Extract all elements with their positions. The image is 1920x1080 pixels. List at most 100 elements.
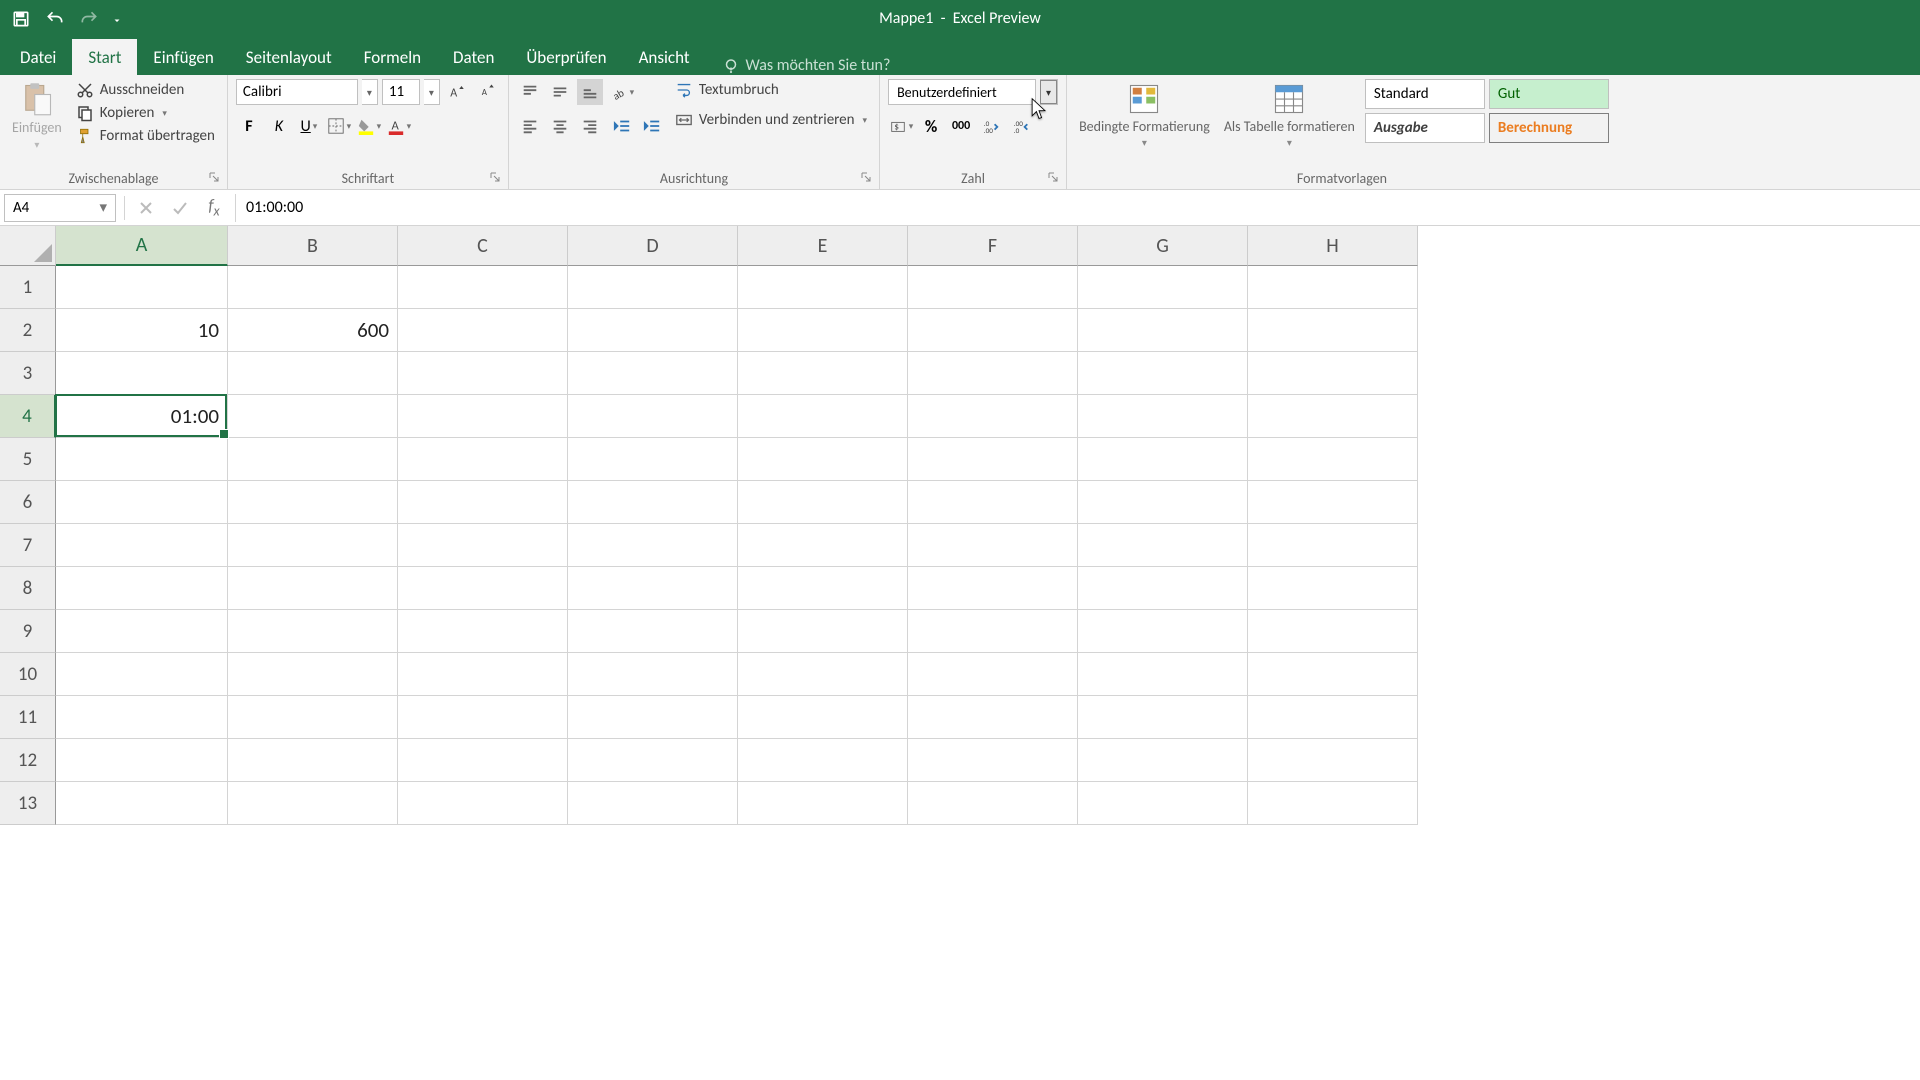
cell[interactable] bbox=[1248, 739, 1418, 782]
cell[interactable] bbox=[1248, 266, 1418, 309]
row-header[interactable]: 4 bbox=[0, 395, 56, 438]
cell[interactable] bbox=[398, 653, 568, 696]
row-header[interactable]: 3 bbox=[0, 352, 56, 395]
cell[interactable] bbox=[1078, 696, 1248, 739]
percent-button[interactable]: % bbox=[918, 113, 944, 139]
row-header[interactable]: 5 bbox=[0, 438, 56, 481]
cell[interactable] bbox=[56, 739, 228, 782]
cell[interactable] bbox=[228, 524, 398, 567]
cell[interactable] bbox=[738, 309, 908, 352]
cell[interactable] bbox=[228, 610, 398, 653]
grow-font-button[interactable]: A bbox=[444, 79, 470, 105]
cell[interactable] bbox=[738, 352, 908, 395]
bold-button[interactable]: F bbox=[236, 113, 262, 139]
cell[interactable] bbox=[908, 567, 1078, 610]
cell[interactable] bbox=[228, 266, 398, 309]
cell[interactable] bbox=[398, 782, 568, 825]
cell[interactable] bbox=[1248, 352, 1418, 395]
cell[interactable] bbox=[1078, 524, 1248, 567]
font-name-dropdown[interactable]: ▾ bbox=[362, 79, 378, 105]
cell[interactable] bbox=[1078, 309, 1248, 352]
increase-indent-button[interactable] bbox=[639, 113, 665, 139]
name-box[interactable]: A4▾ bbox=[4, 194, 116, 222]
format-as-table-button[interactable]: Als Tabelle formatieren▾ bbox=[1220, 79, 1359, 151]
cell[interactable] bbox=[1078, 653, 1248, 696]
cell[interactable] bbox=[398, 567, 568, 610]
cell[interactable] bbox=[568, 696, 738, 739]
cell[interactable] bbox=[908, 395, 1078, 438]
cell[interactable] bbox=[398, 739, 568, 782]
cell[interactable] bbox=[56, 524, 228, 567]
cell[interactable] bbox=[228, 782, 398, 825]
cell[interactable] bbox=[1248, 395, 1418, 438]
cell[interactable] bbox=[908, 739, 1078, 782]
orientation-button[interactable]: ab▾ bbox=[609, 79, 635, 105]
cut-button[interactable]: Ausschneiden bbox=[72, 79, 219, 101]
align-left-button[interactable] bbox=[517, 113, 543, 139]
column-header[interactable]: C bbox=[398, 226, 568, 266]
align-right-button[interactable] bbox=[577, 113, 603, 139]
cell[interactable] bbox=[1248, 481, 1418, 524]
tab-seitenlayout[interactable]: Seitenlayout bbox=[230, 39, 348, 75]
cell[interactable] bbox=[568, 438, 738, 481]
cell[interactable] bbox=[228, 567, 398, 610]
clipboard-launcher[interactable] bbox=[207, 170, 221, 184]
cell[interactable] bbox=[908, 524, 1078, 567]
cell[interactable] bbox=[56, 653, 228, 696]
cell[interactable] bbox=[1078, 352, 1248, 395]
cell[interactable] bbox=[1248, 653, 1418, 696]
alignment-launcher[interactable] bbox=[859, 170, 873, 184]
column-header[interactable]: G bbox=[1078, 226, 1248, 266]
cell[interactable] bbox=[228, 352, 398, 395]
align-top-button[interactable] bbox=[517, 79, 543, 105]
cell[interactable] bbox=[738, 438, 908, 481]
cell[interactable] bbox=[738, 610, 908, 653]
row-header[interactable]: 13 bbox=[0, 782, 56, 825]
cell[interactable] bbox=[908, 610, 1078, 653]
cancel-formula-button[interactable] bbox=[129, 194, 163, 222]
cell[interactable] bbox=[228, 696, 398, 739]
cell[interactable] bbox=[1248, 438, 1418, 481]
cell[interactable] bbox=[1078, 481, 1248, 524]
thousands-button[interactable]: 000 bbox=[948, 113, 974, 139]
tab-datei[interactable]: Datei bbox=[4, 39, 72, 75]
cell[interactable] bbox=[228, 395, 398, 438]
cell[interactable]: 10 bbox=[56, 309, 228, 352]
cell[interactable] bbox=[738, 696, 908, 739]
tab-daten[interactable]: Daten bbox=[437, 39, 510, 75]
cell[interactable] bbox=[1248, 524, 1418, 567]
style-ausgabe[interactable]: Ausgabe bbox=[1365, 113, 1485, 143]
cell[interactable] bbox=[398, 481, 568, 524]
number-format-select[interactable]: Benutzerdefiniert bbox=[888, 79, 1036, 105]
enter-formula-button[interactable] bbox=[163, 194, 197, 222]
tell-me-input[interactable]: Was möchten Sie tun? bbox=[706, 56, 907, 75]
column-header[interactable]: H bbox=[1248, 226, 1418, 266]
row-header[interactable]: 6 bbox=[0, 481, 56, 524]
cell[interactable] bbox=[1078, 610, 1248, 653]
cell[interactable] bbox=[568, 395, 738, 438]
cell[interactable] bbox=[908, 352, 1078, 395]
font-name-select[interactable]: Calibri bbox=[236, 79, 358, 105]
cell[interactable] bbox=[738, 782, 908, 825]
cell[interactable] bbox=[738, 739, 908, 782]
cell[interactable] bbox=[398, 524, 568, 567]
cell[interactable] bbox=[398, 395, 568, 438]
cell[interactable] bbox=[1078, 395, 1248, 438]
row-header[interactable]: 7 bbox=[0, 524, 56, 567]
cell[interactable] bbox=[398, 696, 568, 739]
merge-center-button[interactable]: Verbinden und zentrieren▾ bbox=[671, 109, 871, 131]
row-header[interactable]: 2 bbox=[0, 309, 56, 352]
redo-button[interactable] bbox=[74, 5, 104, 33]
cell[interactable] bbox=[56, 352, 228, 395]
cell[interactable] bbox=[56, 610, 228, 653]
cell[interactable]: 600 bbox=[228, 309, 398, 352]
cell[interactable] bbox=[1078, 782, 1248, 825]
cell[interactable] bbox=[56, 438, 228, 481]
copy-button[interactable]: Kopieren▾ bbox=[72, 102, 219, 124]
cell[interactable] bbox=[1078, 266, 1248, 309]
increase-decimal-button[interactable]: .0.00 bbox=[978, 113, 1004, 139]
decrease-indent-button[interactable] bbox=[609, 113, 635, 139]
font-launcher[interactable] bbox=[488, 170, 502, 184]
paste-button[interactable]: Einfügen ▾ bbox=[8, 79, 66, 153]
column-header[interactable]: F bbox=[908, 226, 1078, 266]
